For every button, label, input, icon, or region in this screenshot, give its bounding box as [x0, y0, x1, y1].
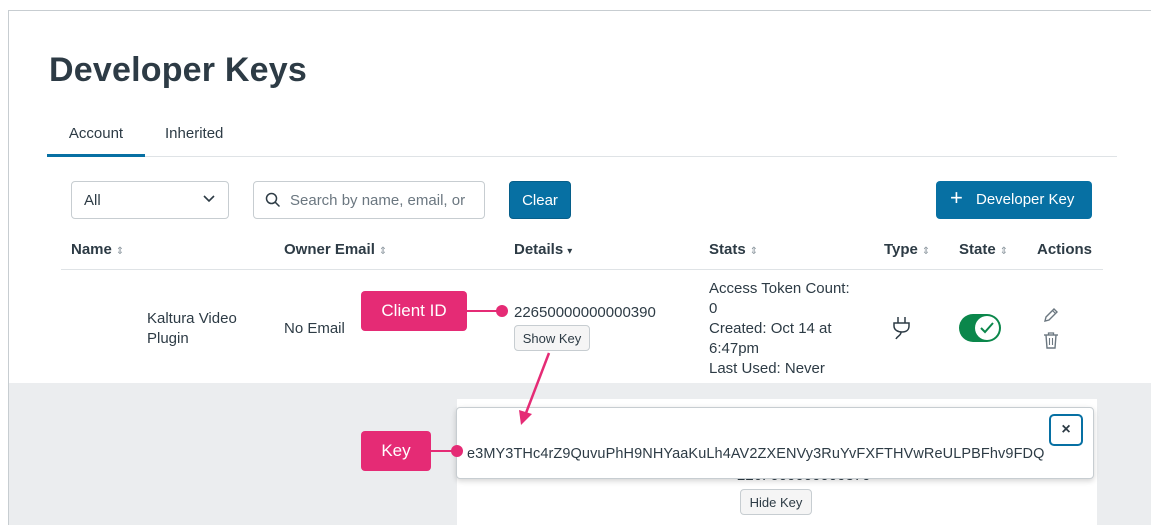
- add-developer-key-button[interactable]: + Developer Key: [936, 181, 1092, 219]
- pencil-icon[interactable]: [1042, 306, 1060, 324]
- developer-keys-page: Developer Keys Account Inherited All Cle…: [8, 10, 1151, 525]
- tab-inherited[interactable]: Inherited: [165, 121, 223, 157]
- tab-account[interactable]: Account: [47, 121, 145, 157]
- show-key-button[interactable]: Show Key: [514, 325, 590, 351]
- developer-key-value[interactable]: e3MY3THc4rZ9QuvuPhH9NHYaaKuLh4AV2ZXENVy3…: [467, 446, 1044, 462]
- page-title: Developer Keys: [49, 51, 307, 89]
- filter-select[interactable]: All: [71, 181, 229, 219]
- trash-icon[interactable]: [1043, 331, 1059, 349]
- column-header-details[interactable]: Details ▾: [514, 241, 572, 258]
- row-owner-email: No Email: [284, 320, 345, 337]
- column-header-state[interactable]: State ⇕: [959, 241, 1008, 258]
- close-icon: ×: [1061, 421, 1071, 438]
- search-field[interactable]: [253, 181, 485, 219]
- stats-last-used: Last Used: Never: [709, 360, 825, 377]
- column-header-name-label: Name: [71, 241, 112, 258]
- row-client-id: 22650000000000390: [514, 304, 656, 321]
- column-header-owner-email[interactable]: Owner Email ⇕: [284, 241, 387, 258]
- column-header-actions: Actions: [1037, 241, 1093, 258]
- plug-icon: [893, 317, 910, 340]
- row-stats: Access Token Count: 0 Created: Oct 14 at…: [709, 279, 869, 379]
- row-name: Kaltura Video Plugin: [147, 310, 237, 347]
- chevron-down-icon: [203, 195, 215, 203]
- table-header-divider: [61, 269, 1103, 270]
- column-header-stats-label: Stats: [709, 241, 746, 258]
- key-popover: e3MY3THc4rZ9QuvuPhH9NHYaaKuLh4AV2ZXENVy3…: [456, 407, 1094, 479]
- add-developer-key-label: Developer Key: [976, 191, 1075, 208]
- column-header-name[interactable]: Name ⇕: [71, 241, 124, 258]
- sort-descending-icon: ▾: [567, 246, 573, 257]
- sort-icon: ⇕: [749, 246, 759, 257]
- key-callout: Key: [361, 431, 431, 471]
- sort-icon: ⇕: [999, 246, 1009, 257]
- plus-icon: +: [950, 185, 963, 210]
- column-header-type-label: Type: [884, 241, 918, 258]
- close-popover-button[interactable]: ×: [1049, 414, 1083, 446]
- toggle-knob: [975, 316, 999, 340]
- column-header-state-label: State: [959, 241, 996, 258]
- client-id-callout: Client ID: [361, 291, 467, 331]
- stats-token-count-value: 0: [709, 300, 718, 317]
- sort-icon: ⇕: [115, 246, 125, 257]
- state-toggle[interactable]: [959, 314, 1001, 342]
- search-icon: [265, 192, 281, 208]
- column-header-stats[interactable]: Stats ⇕: [709, 241, 758, 258]
- stats-token-count-label: Access Token Count:: [709, 280, 850, 297]
- client-id-marker: [496, 305, 508, 317]
- check-icon: [980, 322, 994, 334]
- stats-created-label: Created: Oct 14 at: [709, 320, 832, 337]
- column-header-type[interactable]: Type ⇕: [884, 241, 930, 258]
- search-input[interactable]: [290, 190, 478, 210]
- sort-icon: ⇕: [921, 246, 931, 257]
- sort-icon: ⇕: [378, 246, 388, 257]
- filter-select-value: All: [84, 192, 101, 209]
- column-header-details-label: Details: [514, 241, 564, 258]
- tab-bar: Account Inherited: [47, 121, 1117, 157]
- column-header-owner-email-label: Owner Email: [284, 241, 375, 258]
- hide-key-button[interactable]: Hide Key: [740, 489, 812, 515]
- stats-created-time: 6:47pm: [709, 340, 760, 357]
- clear-button[interactable]: Clear: [509, 181, 571, 219]
